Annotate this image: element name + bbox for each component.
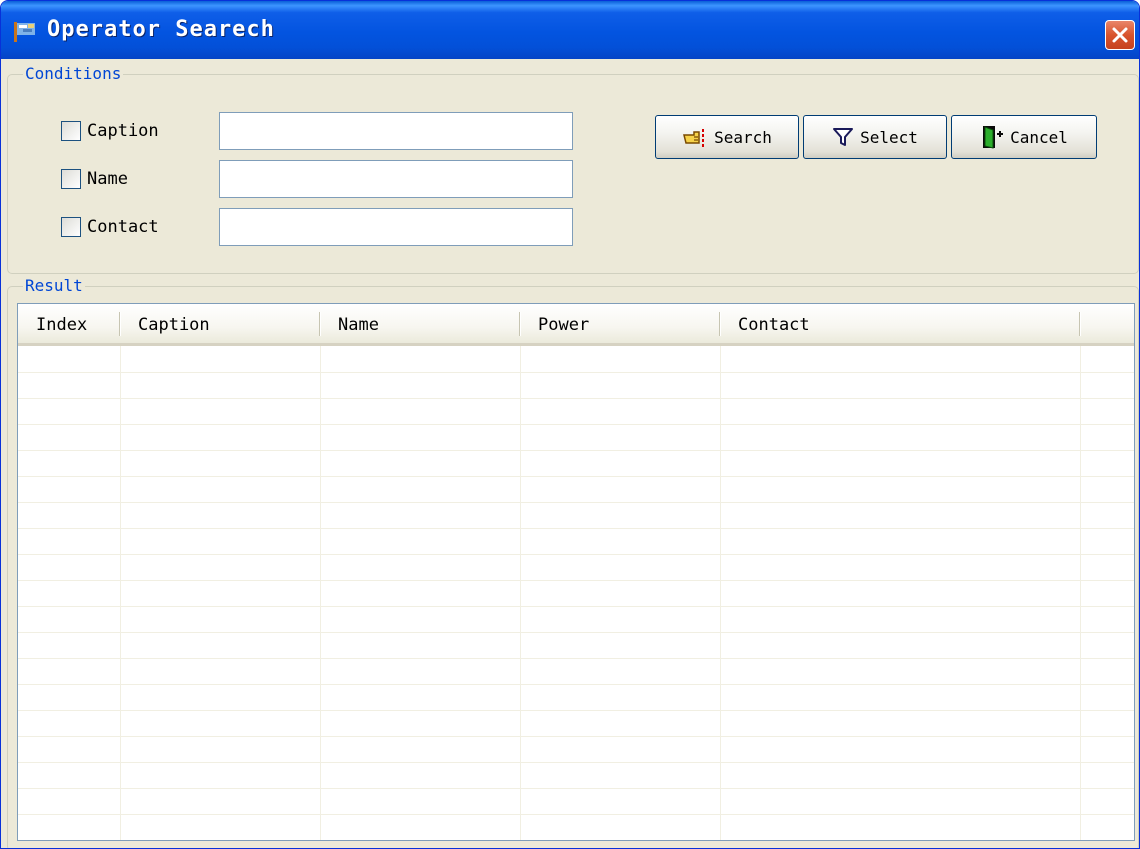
hand-pointer-icon	[683, 129, 705, 147]
filter-funnel-icon	[833, 128, 854, 146]
search-button[interactable]: Search	[655, 115, 799, 159]
title-bar[interactable]: Operator Searech	[1, 1, 1139, 59]
grid-row-divider	[18, 632, 1134, 633]
grid-header: Index Caption Name Power Contact	[18, 304, 1134, 346]
grid-column-divider	[1080, 346, 1081, 840]
column-header-power[interactable]: Power	[520, 304, 720, 343]
grid-row-divider	[18, 372, 1134, 373]
grid-row-divider	[18, 606, 1134, 607]
grid-row-divider	[18, 450, 1134, 451]
column-header-index[interactable]: Index	[18, 304, 120, 343]
column-header-contact[interactable]: Contact	[720, 304, 1080, 343]
grid-row-divider	[18, 788, 1134, 789]
cancel-button-label: Cancel	[1010, 127, 1068, 147]
window-title: Operator Searech	[47, 17, 275, 42]
close-icon	[1112, 27, 1128, 43]
grid-row-divider	[18, 502, 1134, 503]
caption-checkbox-label[interactable]: Caption	[87, 121, 159, 141]
result-legend: Result	[23, 276, 85, 295]
select-button-label: Select	[860, 127, 918, 147]
contact-input[interactable]	[219, 208, 573, 246]
grid-column-divider	[720, 346, 721, 840]
search-button-label: Search	[714, 127, 772, 147]
grid-row-divider	[18, 528, 1134, 529]
result-grid[interactable]: Index Caption Name Power Contact	[17, 303, 1135, 841]
grid-row-divider	[18, 736, 1134, 737]
contact-checkbox-label[interactable]: Contact	[87, 217, 159, 237]
grid-row-divider	[18, 424, 1134, 425]
grid-row-divider	[18, 580, 1134, 581]
conditions-legend: Conditions	[23, 64, 124, 83]
grid-column-divider	[520, 346, 521, 840]
contact-checkbox[interactable]	[61, 217, 81, 237]
caption-input[interactable]	[219, 112, 573, 150]
grid-row-divider	[18, 710, 1134, 711]
operator-search-window: Operator Searech Conditions Caption Name…	[0, 0, 1140, 849]
grid-row-divider	[18, 554, 1134, 555]
name-checkbox[interactable]	[61, 169, 81, 189]
column-header-caption[interactable]: Caption	[120, 304, 320, 343]
exit-door-icon	[983, 126, 1004, 149]
name-input[interactable]	[219, 160, 573, 198]
column-header-name[interactable]: Name	[320, 304, 520, 343]
grid-row-divider	[18, 814, 1134, 815]
grid-row-divider	[18, 684, 1134, 685]
app-flag-icon	[14, 22, 35, 42]
grid-column-divider	[120, 346, 121, 840]
close-button[interactable]	[1105, 20, 1135, 50]
grid-row-divider	[18, 398, 1134, 399]
name-checkbox-label[interactable]: Name	[87, 169, 128, 189]
cancel-button[interactable]: Cancel	[951, 115, 1097, 159]
grid-row-divider	[18, 840, 1134, 841]
caption-checkbox[interactable]	[61, 121, 81, 141]
grid-row-divider	[18, 476, 1134, 477]
conditions-groupbox	[7, 74, 1139, 274]
grid-row-divider	[18, 658, 1134, 659]
select-button[interactable]: Select	[803, 115, 947, 159]
grid-row-divider	[18, 762, 1134, 763]
grid-column-divider	[320, 346, 321, 840]
